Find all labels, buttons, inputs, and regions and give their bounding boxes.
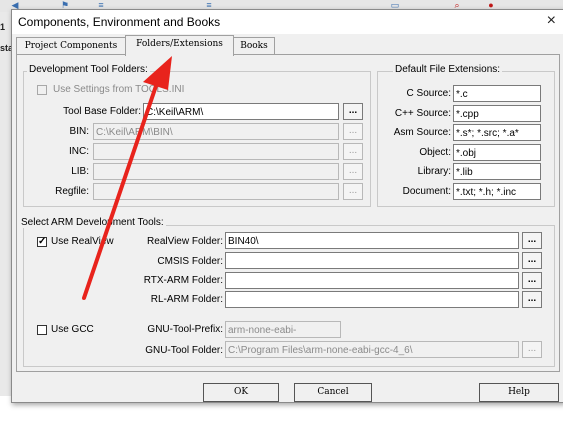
document-input[interactable]: *.txt; *.h; *.inc	[453, 183, 541, 200]
tool-base-input[interactable]: C:\Keil\ARM\	[143, 103, 339, 120]
help-button[interactable]: Help	[479, 383, 559, 402]
gnu-tool-folder-label: GNU-Tool Folder:	[145, 345, 223, 356]
realview-folder-label: RealView Folder:	[147, 236, 223, 247]
inc-input[interactable]	[93, 143, 339, 160]
tab-panel: Development Tool Folders: Use Settings f…	[16, 54, 560, 372]
cpp-source-input[interactable]: *.cpp	[453, 105, 541, 122]
object-input[interactable]: *.obj	[453, 144, 541, 161]
cmsis-folder-label: CMSIS Folder:	[157, 256, 223, 267]
components-dialog: Components, Environment and Books × Proj…	[11, 9, 563, 403]
cpp-source-label: C++ Source:	[394, 108, 451, 119]
lib-input[interactable]	[93, 163, 339, 180]
use-gcc-label: Use GCC	[51, 324, 94, 335]
bin-input[interactable]: C:\Keil\ARM\BIN\	[93, 123, 339, 140]
tool-base-label: Tool Base Folder:	[63, 106, 141, 117]
asm-source-input[interactable]: *.s*; *.src; *.a*	[453, 124, 541, 141]
lib-label: LIB:	[71, 166, 89, 177]
use-settings-checkbox[interactable]	[37, 85, 47, 95]
bin-label: BIN:	[69, 126, 89, 137]
gnu-tool-prefix-input[interactable]: arm-none-eabi-	[225, 321, 341, 338]
realview-folder-input[interactable]: BIN40\	[225, 232, 519, 249]
dialog-title: Components, Environment and Books	[18, 15, 221, 29]
inc-label: INC:	[69, 146, 89, 157]
object-label: Object:	[419, 147, 451, 158]
tool-base-browse-button[interactable]: ...	[343, 103, 363, 120]
gnu-tool-folder-input[interactable]: C:\Program Files\arm-none-eabi-gcc-4_6\	[225, 341, 519, 358]
c-source-input[interactable]: *.c	[453, 85, 541, 102]
title-bar: Components, Environment and Books ×	[12, 10, 563, 34]
library-label: Library:	[417, 166, 451, 177]
gnu-tool-browse-button[interactable]: ...	[522, 341, 542, 358]
realview-browse-button[interactable]: ...	[522, 232, 542, 249]
rl-arm-folder-label: RL-ARM Folder:	[150, 294, 223, 305]
file-extensions-label: Default File Extensions:	[393, 64, 503, 75]
use-settings-label: Use Settings from TOOLS.INI	[53, 84, 185, 95]
cmsis-browse-button[interactable]: ...	[522, 252, 542, 269]
arm-tools-label: Select ARM Development Tools:	[19, 217, 166, 228]
bin-browse-button[interactable]: ...	[343, 123, 363, 140]
dev-tool-folders-label: Development Tool Folders:	[27, 64, 150, 75]
document-label: Document:	[402, 186, 451, 197]
close-icon[interactable]: ×	[547, 12, 556, 30]
strip-text-top: 1	[0, 22, 6, 32]
rtx-arm-folder-input[interactable]	[225, 272, 519, 289]
regfile-browse-button[interactable]: ...	[343, 183, 363, 200]
library-input[interactable]: *.lib	[453, 163, 541, 180]
rtx-arm-browse-button[interactable]: ...	[522, 272, 542, 289]
rl-arm-folder-input[interactable]	[225, 291, 519, 308]
cmsis-folder-input[interactable]	[225, 252, 519, 269]
use-gcc-checkbox[interactable]	[37, 325, 47, 335]
tab-folders-extensions[interactable]: Folders/Extensions	[125, 35, 234, 56]
lib-browse-button[interactable]: ...	[343, 163, 363, 180]
use-realview-checkbox[interactable]: ✓	[37, 237, 47, 247]
regfile-input[interactable]	[93, 183, 339, 200]
asm-source-label: Asm Source:	[393, 127, 451, 138]
rtx-arm-folder-label: RTX-ARM Folder:	[143, 275, 223, 286]
c-source-label: C Source:	[406, 88, 451, 99]
ok-button[interactable]: OK	[203, 383, 279, 402]
tab-books[interactable]: Books	[233, 37, 275, 55]
use-realview-label: Use RealView	[51, 236, 114, 247]
tab-project-components[interactable]: Project Components	[16, 37, 126, 55]
gnu-tool-prefix-label: GNU-Tool-Prefix:	[147, 324, 223, 335]
rl-arm-browse-button[interactable]: ...	[522, 291, 542, 308]
cancel-button[interactable]: Cancel	[294, 383, 372, 402]
inc-browse-button[interactable]: ...	[343, 143, 363, 160]
regfile-label: Regfile:	[55, 186, 89, 197]
